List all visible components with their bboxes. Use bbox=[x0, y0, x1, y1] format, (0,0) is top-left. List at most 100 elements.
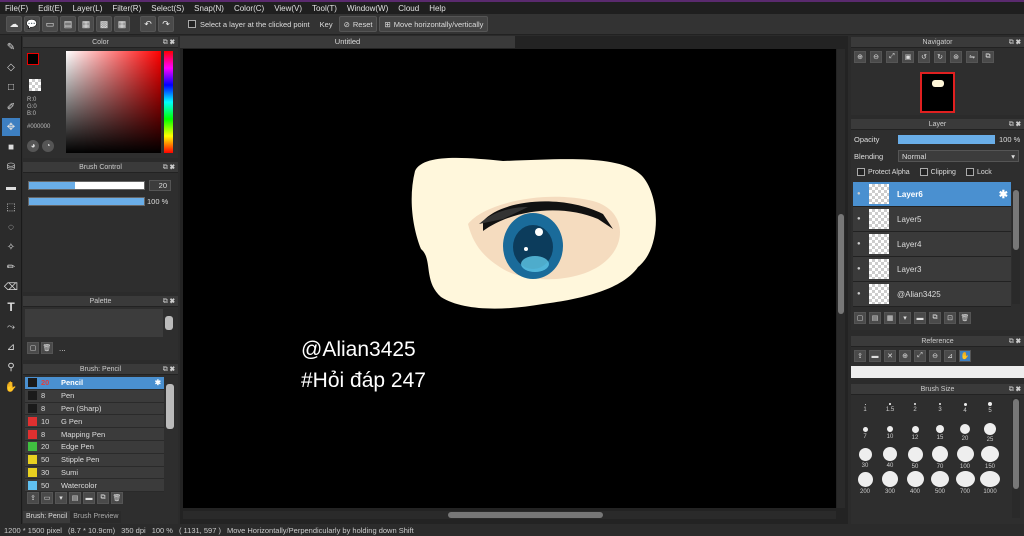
lasso-tool-icon[interactable]: ◌ bbox=[2, 218, 20, 236]
fit-icon[interactable]: ⤢ bbox=[886, 51, 898, 63]
ref-hand-icon[interactable]: ✋ bbox=[959, 350, 971, 362]
select-layer-checkbox[interactable]: Select a layer at the clicked point bbox=[184, 20, 314, 29]
tab-brush-pencil[interactable]: Brush: Pencil bbox=[23, 511, 71, 523]
menu-item[interactable]: Color(C) bbox=[229, 4, 269, 13]
comment-icon[interactable]: 💬 bbox=[24, 16, 40, 32]
palette-more[interactable]: ... bbox=[59, 344, 66, 353]
reference-view[interactable] bbox=[851, 366, 1024, 378]
brush-item[interactable]: 20 Edge Pen bbox=[25, 440, 164, 454]
menu-item[interactable]: View(V) bbox=[269, 4, 307, 13]
page-icon[interactable]: ▤ bbox=[60, 16, 76, 32]
menu-item[interactable]: Cloud bbox=[393, 4, 424, 13]
duplicate-layer-icon[interactable]: ⧉ bbox=[929, 312, 941, 324]
text-tool-icon[interactable]: T bbox=[2, 298, 20, 316]
color-wheel-icon[interactable]: ◕ bbox=[27, 140, 39, 152]
select-rect-tool-icon[interactable]: □ bbox=[2, 78, 20, 96]
vertical-scrollbar[interactable] bbox=[837, 49, 845, 508]
move-tool-icon[interactable]: ✥ bbox=[2, 118, 20, 136]
brush-add-icon[interactable]: ▭ bbox=[41, 492, 53, 504]
color-picker-square[interactable] bbox=[66, 51, 161, 153]
menu-item[interactable]: Select(S) bbox=[146, 4, 189, 13]
bucket-tool-icon[interactable]: ⛁ bbox=[2, 158, 20, 176]
brush-item[interactable]: 50 Watercolor bbox=[25, 479, 164, 492]
brush-size-option[interactable]: 2 bbox=[903, 396, 927, 420]
brush-list-scrollbar[interactable] bbox=[166, 384, 174, 429]
brush-size-option[interactable]: 4 bbox=[953, 396, 977, 420]
drawing-canvas[interactable]: @Alian3425 #Hỏi đáp 247 bbox=[183, 49, 836, 508]
zoom-in-icon[interactable]: ⊕ bbox=[854, 51, 866, 63]
panel-close-icon[interactable]: ⧉ ✖ bbox=[163, 296, 175, 307]
brush-folder-icon[interactable]: ▬ bbox=[83, 492, 95, 504]
brush-size-option[interactable]: 50 bbox=[903, 446, 927, 470]
rotate-left-icon[interactable]: ↺ bbox=[918, 51, 930, 63]
brush-size-slider[interactable] bbox=[28, 181, 145, 190]
brush-item[interactable]: 30 Sumi bbox=[25, 466, 164, 480]
fill-rect-tool-icon[interactable]: ■ bbox=[2, 138, 20, 156]
clipping-checkbox[interactable]: Clipping bbox=[919, 168, 956, 176]
select-tool-icon[interactable]: ⬚ bbox=[2, 198, 20, 216]
redo-icon[interactable]: ↷ bbox=[158, 16, 174, 32]
color-mix-icon[interactable]: ◔ bbox=[42, 140, 54, 152]
panel-close-icon[interactable]: ⧉ ✖ bbox=[1009, 336, 1021, 347]
brush-size-option[interactable]: 30 bbox=[853, 446, 877, 470]
menu-item[interactable]: Tool(T) bbox=[307, 4, 342, 13]
new-halftone-layer-icon[interactable]: ▤ bbox=[869, 312, 881, 324]
brush-size-option[interactable]: 500 bbox=[928, 471, 952, 495]
brush-size-option[interactable]: 700 bbox=[953, 471, 977, 495]
layer-opacity-slider[interactable] bbox=[898, 135, 995, 144]
brush-duplicate-icon[interactable]: ⧉ bbox=[97, 492, 109, 504]
brush-opacity-slider[interactable] bbox=[28, 197, 145, 206]
actual-size-icon[interactable]: ▣ bbox=[902, 51, 914, 63]
hue-slider[interactable] bbox=[164, 51, 173, 153]
brush-item[interactable]: 20 Pencil ✱ bbox=[25, 377, 164, 390]
brush-size-option[interactable]: 1.5 bbox=[878, 396, 902, 420]
layer-row[interactable]: ● Layer5 bbox=[853, 207, 1011, 232]
select-pen-tool-icon[interactable]: ✏ bbox=[2, 258, 20, 276]
tab-brush-preview[interactable]: Brush Preview bbox=[70, 511, 122, 523]
brush-size-option[interactable]: 12 bbox=[903, 421, 927, 445]
panel-close-icon[interactable]: ⧉ ✖ bbox=[163, 364, 175, 375]
delete-palette-icon[interactable]: 🗑 bbox=[41, 342, 53, 354]
brush-size-option[interactable]: 70 bbox=[928, 446, 952, 470]
brush-size-option[interactable]: 25 bbox=[978, 421, 1002, 445]
document-tab[interactable]: Untitled bbox=[180, 36, 515, 48]
brush-item[interactable]: 8 Mapping Pen bbox=[25, 428, 164, 441]
select-eraser-tool-icon[interactable]: ⌫ bbox=[2, 278, 20, 296]
reset-button[interactable]: ⊘ Reset bbox=[338, 16, 378, 32]
ref-fit-icon[interactable]: ⤢ bbox=[914, 350, 926, 362]
ref-eyedropper-icon[interactable]: ⊿ bbox=[944, 350, 956, 362]
panel-close-icon[interactable]: ⧉ ✖ bbox=[163, 162, 175, 173]
menu-item[interactable]: Help bbox=[424, 4, 450, 13]
brush-size-option[interactable]: 15 bbox=[928, 421, 952, 445]
brush-size-option[interactable]: 3 bbox=[928, 396, 952, 420]
brush-cloud-icon[interactable]: ⇪ bbox=[27, 492, 39, 504]
brush-item[interactable]: 10 G Pen bbox=[25, 415, 164, 429]
protect-alpha-checkbox[interactable]: Protect Alpha bbox=[857, 168, 910, 176]
layer-row[interactable]: ● @Alian3425 bbox=[853, 282, 1011, 307]
brush-item[interactable]: 8 Pen bbox=[25, 389, 164, 403]
move-direction-button[interactable]: ⊞ Move horizontally/vertically bbox=[379, 16, 489, 32]
new-layer-icon[interactable]: ▢ bbox=[854, 312, 866, 324]
panel-close-icon[interactable]: ⧉ ✖ bbox=[1009, 119, 1021, 130]
layer-row[interactable]: ● Layer6 ✱ bbox=[853, 182, 1011, 207]
brush-item[interactable]: 50 Stipple Pen bbox=[25, 453, 164, 467]
transparent-swatch[interactable] bbox=[29, 79, 41, 91]
dot-tool-icon[interactable]: ✐ bbox=[2, 98, 20, 116]
brush-size-option[interactable]: 7 bbox=[853, 421, 877, 445]
brush-size-option[interactable]: 1 bbox=[853, 396, 877, 420]
hand-tool-icon[interactable]: ✋ bbox=[2, 378, 20, 396]
gradient-tool-icon[interactable]: ▬ bbox=[2, 178, 20, 196]
gear-icon[interactable]: ✱ bbox=[999, 188, 1008, 201]
menu-item[interactable]: Filter(R) bbox=[107, 4, 146, 13]
magic-wand-tool-icon[interactable]: ✧ bbox=[2, 238, 20, 256]
reset-view-icon[interactable]: ⊛ bbox=[950, 51, 962, 63]
layer-scrollbar[interactable] bbox=[1012, 189, 1020, 304]
new-layer-menu-icon[interactable]: ▦ bbox=[884, 312, 896, 324]
brush-item[interactable]: 8 Pen (Sharp) bbox=[25, 402, 164, 416]
undo-icon[interactable]: ↶ bbox=[140, 16, 156, 32]
panel-close-icon[interactable]: ⧉ ✖ bbox=[1009, 37, 1021, 48]
brush-size-option[interactable]: 5 bbox=[978, 396, 1002, 420]
brush-menu-icon[interactable]: ▾ bbox=[55, 492, 67, 504]
divide-tool-icon[interactable]: ⤳ bbox=[2, 318, 20, 336]
nav-settings-icon[interactable]: ⧉ bbox=[982, 51, 994, 63]
